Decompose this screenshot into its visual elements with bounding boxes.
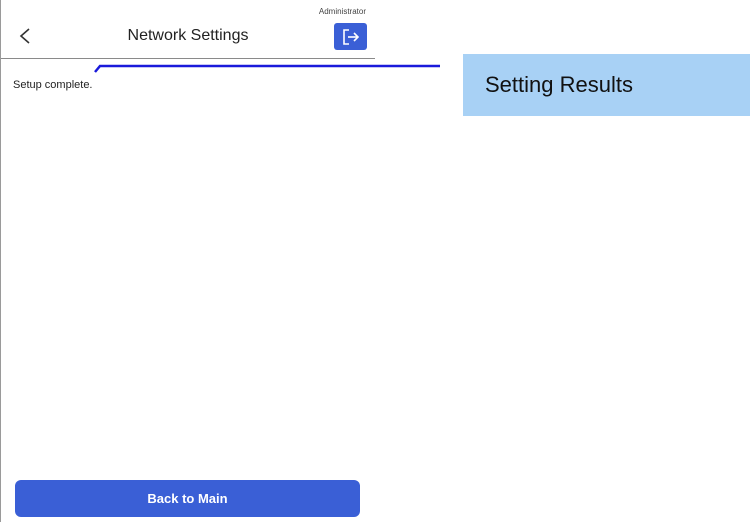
callout-label: Setting Results (485, 72, 633, 97)
user-role-label: Administrator (318, 7, 366, 16)
header-bar: Network Settings (1, 18, 375, 59)
logout-button[interactable] (334, 23, 367, 50)
device-screen: Administrator Network Settings Setup com… (0, 0, 375, 522)
setup-status-message: Setup complete. (13, 79, 93, 91)
back-to-main-button[interactable]: Back to Main (15, 480, 360, 517)
manual-figure: Administrator Network Settings Setup com… (0, 0, 750, 522)
callout-label-box: Setting Results (463, 54, 750, 116)
logout-icon (342, 28, 359, 45)
page-title: Network Settings (127, 27, 249, 44)
